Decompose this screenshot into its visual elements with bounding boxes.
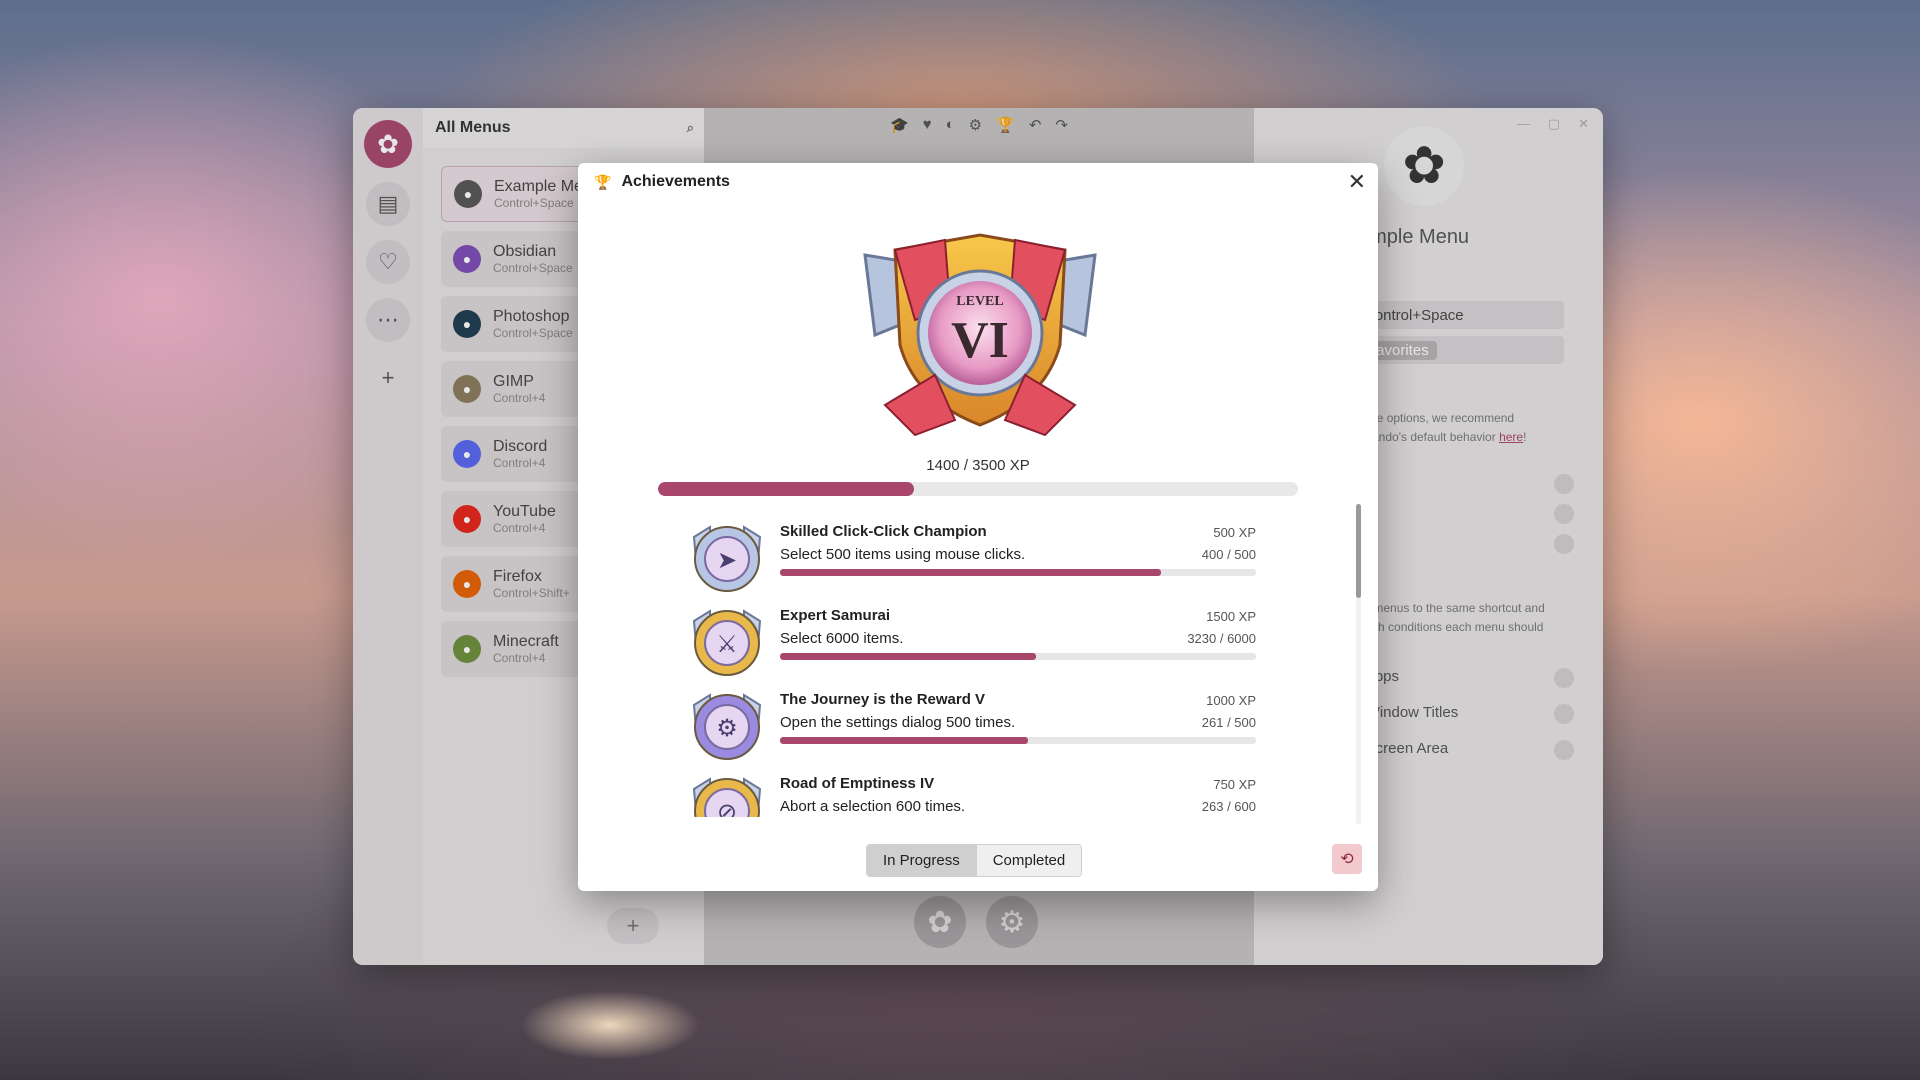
achievement-xp: 1500 XP xyxy=(1206,609,1256,624)
achievement-item: ⊘ Road of Emptiness IV Abort a selection 6… xyxy=(686,769,1286,817)
achievement-item: ➤ Skilled Click-Click Champion Select 500 … xyxy=(686,517,1286,601)
badge-level-word: LEVEL xyxy=(956,294,1003,309)
svg-text:⚔: ⚔ xyxy=(716,630,738,658)
achievement-name: Road of Emptiness IV xyxy=(780,775,935,792)
xp-label: 1400 / 3500 XP xyxy=(926,457,1030,474)
achievement-progress-text: 400 / 500 xyxy=(1201,547,1256,562)
svg-text:⊘: ⊘ xyxy=(717,798,737,817)
achievement-body: Road of Emptiness IV Abort a selection 60… xyxy=(780,775,1256,815)
svg-text:➤: ➤ xyxy=(717,546,737,574)
trophy-icon: 🏆 xyxy=(594,173,612,190)
badge-level-roman: VI xyxy=(951,312,1009,369)
achievement-progress-fill xyxy=(780,653,1037,660)
close-button[interactable]: ✕ xyxy=(1348,169,1366,195)
achievement-body: Skilled Click-Click Champion Select 500 i… xyxy=(780,523,1256,576)
reset-button[interactable]: ⟲ xyxy=(1332,844,1362,874)
sword-medal-icon: ⚔ xyxy=(692,609,762,676)
achievement-name: The Journey is the Reward V xyxy=(780,691,986,708)
svg-text:⚙: ⚙ xyxy=(716,714,738,742)
achievement-xp: 750 XP xyxy=(1213,777,1256,792)
history-icon: ⟲ xyxy=(1340,851,1354,868)
achievement-xp: 500 XP xyxy=(1213,525,1256,540)
achievement-name: Skilled Click-Click Champion xyxy=(780,523,987,540)
scrollbar-thumb[interactable] xyxy=(1356,504,1361,598)
tab-completed[interactable]: Completed xyxy=(975,845,1082,876)
achievement-progress-bar xyxy=(780,653,1256,660)
achievement-description: Open the settings dialog 500 times. xyxy=(780,714,1016,731)
xp-progress-bar xyxy=(658,482,1298,496)
achievement-progress-bar xyxy=(780,737,1256,744)
cursor-medal-icon: ➤ xyxy=(692,525,762,592)
achievement-progress-text: 263 / 600 xyxy=(1201,799,1256,814)
achievement-progress-bar xyxy=(780,569,1256,576)
level-badge: LEVEL VI xyxy=(863,233,1097,437)
achievement-progress-text: 261 / 500 xyxy=(1201,715,1256,730)
achievement-description: Select 6000 items. xyxy=(780,630,904,647)
gear-medal-icon: ⚙ xyxy=(692,693,762,760)
close-icon: ✕ xyxy=(1347,169,1366,194)
achievements-dialog: 🏆 Achievements ✕ LEVEL VI 1400 / 3500 XP… xyxy=(578,163,1378,891)
achievement-body: Expert Samurai Select 6000 items. 1500 XP 3… xyxy=(780,607,1256,660)
xp-progress-fill xyxy=(658,482,914,496)
achievement-progress-fill xyxy=(780,569,1161,576)
achievement-progress-fill xyxy=(780,737,1029,744)
achievement-description: Select 500 items using mouse clicks. xyxy=(780,546,1026,563)
achievement-xp: 1000 XP xyxy=(1206,693,1256,708)
achievement-progress-text: 3230 / 6000 xyxy=(1187,631,1256,646)
abort-medal-icon: ⊘ xyxy=(692,777,762,817)
background-light xyxy=(520,990,700,1060)
tab-in-progress[interactable]: In Progress xyxy=(867,845,976,876)
achievement-body: The Journey is the Reward V Open the sett… xyxy=(780,691,1256,744)
achievement-item: ⚔ Expert Samurai Select 6000 items. 1500 XP… xyxy=(686,601,1286,685)
achievement-description: Abort a selection 600 times. xyxy=(780,798,966,815)
achievement-tabs: In Progress Completed xyxy=(866,844,1083,877)
achievement-name: Expert Samurai xyxy=(780,607,891,624)
achievement-list: ➤ Skilled Click-Click Champion Select 500 … xyxy=(686,517,1286,817)
achievement-item: ⚙ The Journey is the Reward V Open the set… xyxy=(686,685,1286,769)
dialog-title: Achievements xyxy=(621,173,730,190)
dialog-header: 🏆 Achievements xyxy=(594,173,730,191)
